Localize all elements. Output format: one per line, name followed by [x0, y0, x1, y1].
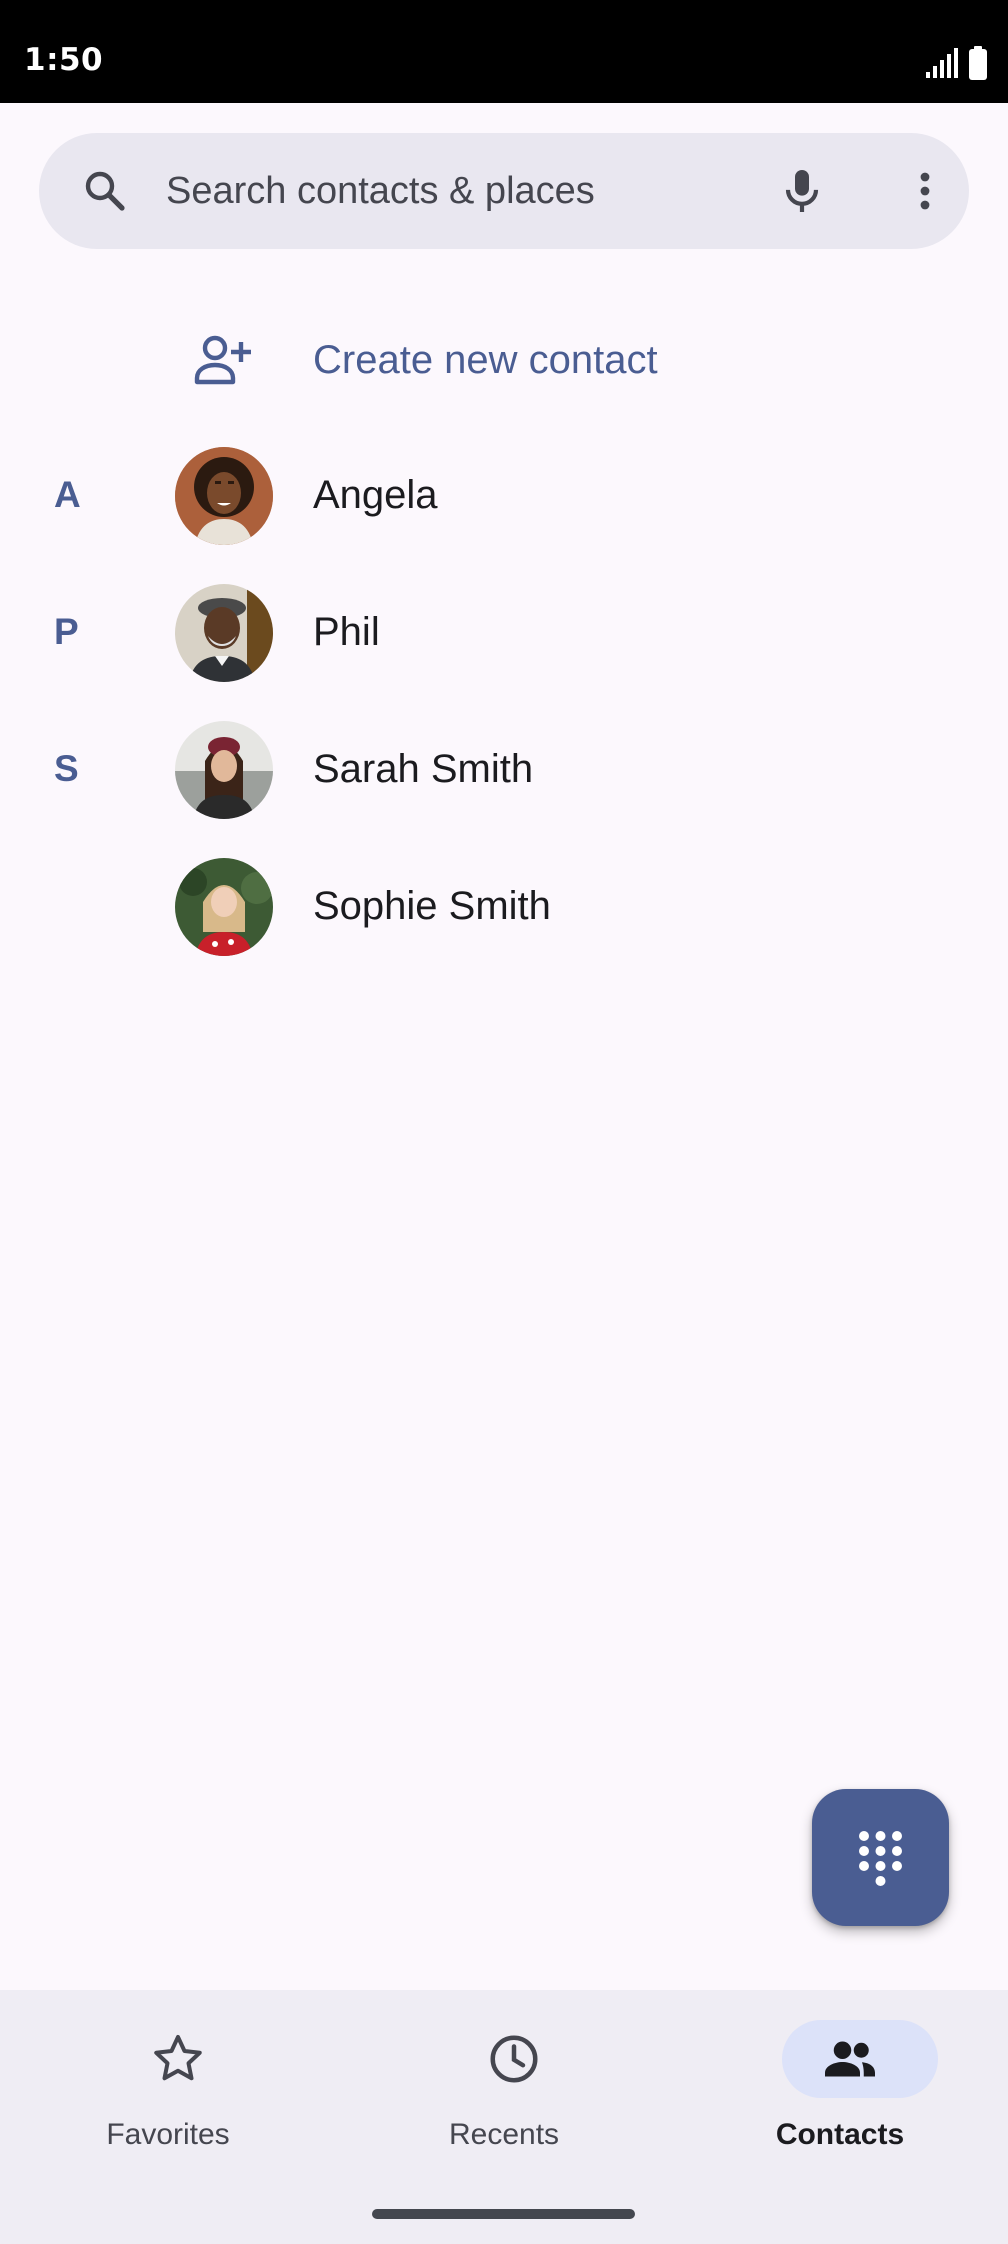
- more-options-icon[interactable]: [901, 167, 949, 215]
- dialpad-button[interactable]: [812, 1789, 949, 1926]
- status-time: 1:50: [24, 42, 104, 78]
- avatar: [175, 858, 273, 956]
- contact-name: Angela: [313, 473, 438, 517]
- nav-label: Contacts: [775, 2118, 905, 2151]
- nav-item-contacts[interactable]: Contacts: [672, 1990, 1008, 2190]
- battery-icon: [969, 46, 987, 80]
- star-icon: [154, 2035, 202, 2081]
- nav-label: Favorites: [106, 2118, 230, 2151]
- avatar: [175, 584, 273, 682]
- nav-item-favorites[interactable]: Favorites: [0, 1990, 336, 2190]
- search-input[interactable]: Search contacts & places: [166, 133, 595, 249]
- contact-name: Phil: [313, 610, 380, 654]
- microphone-icon[interactable]: [774, 163, 830, 219]
- dialpad-icon: [859, 1831, 902, 1886]
- avatar: [175, 447, 273, 545]
- contact-name: Sophie Smith: [313, 884, 551, 928]
- contact-row-angela[interactable]: A Angela: [0, 430, 1008, 560]
- create-new-contact-button[interactable]: Create new contact: [0, 300, 1008, 420]
- section-letter: P: [54, 611, 79, 652]
- contact-name: Sarah Smith: [313, 747, 534, 791]
- search-icon: [85, 171, 125, 211]
- contact-row-sarah-smith[interactable]: S Sarah Smith: [0, 704, 1008, 834]
- signal-icon: [926, 48, 958, 78]
- gesture-navigation-bar: [372, 2209, 635, 2219]
- avatar: [175, 721, 273, 819]
- contact-row-sophie-smith[interactable]: Sophie Smith: [0, 841, 1008, 971]
- nav-label: Recents: [448, 2118, 560, 2151]
- section-letter: A: [54, 474, 81, 515]
- section-letter: S: [54, 748, 79, 789]
- clock-icon: [490, 2035, 538, 2083]
- people-icon: [825, 2041, 875, 2077]
- create-new-contact-label: Create new contact: [313, 338, 658, 382]
- status-bar: 1:50: [0, 0, 1008, 103]
- search-bar[interactable]: Search contacts & places: [39, 133, 969, 249]
- status-icons: [924, 44, 988, 80]
- nav-item-recents[interactable]: Recents: [336, 1990, 672, 2190]
- contact-row-phil[interactable]: P Phil: [0, 567, 1008, 697]
- bottom-navigation: Favorites Recents Contacts: [0, 1990, 1008, 2244]
- add-person-icon: [194, 335, 251, 385]
